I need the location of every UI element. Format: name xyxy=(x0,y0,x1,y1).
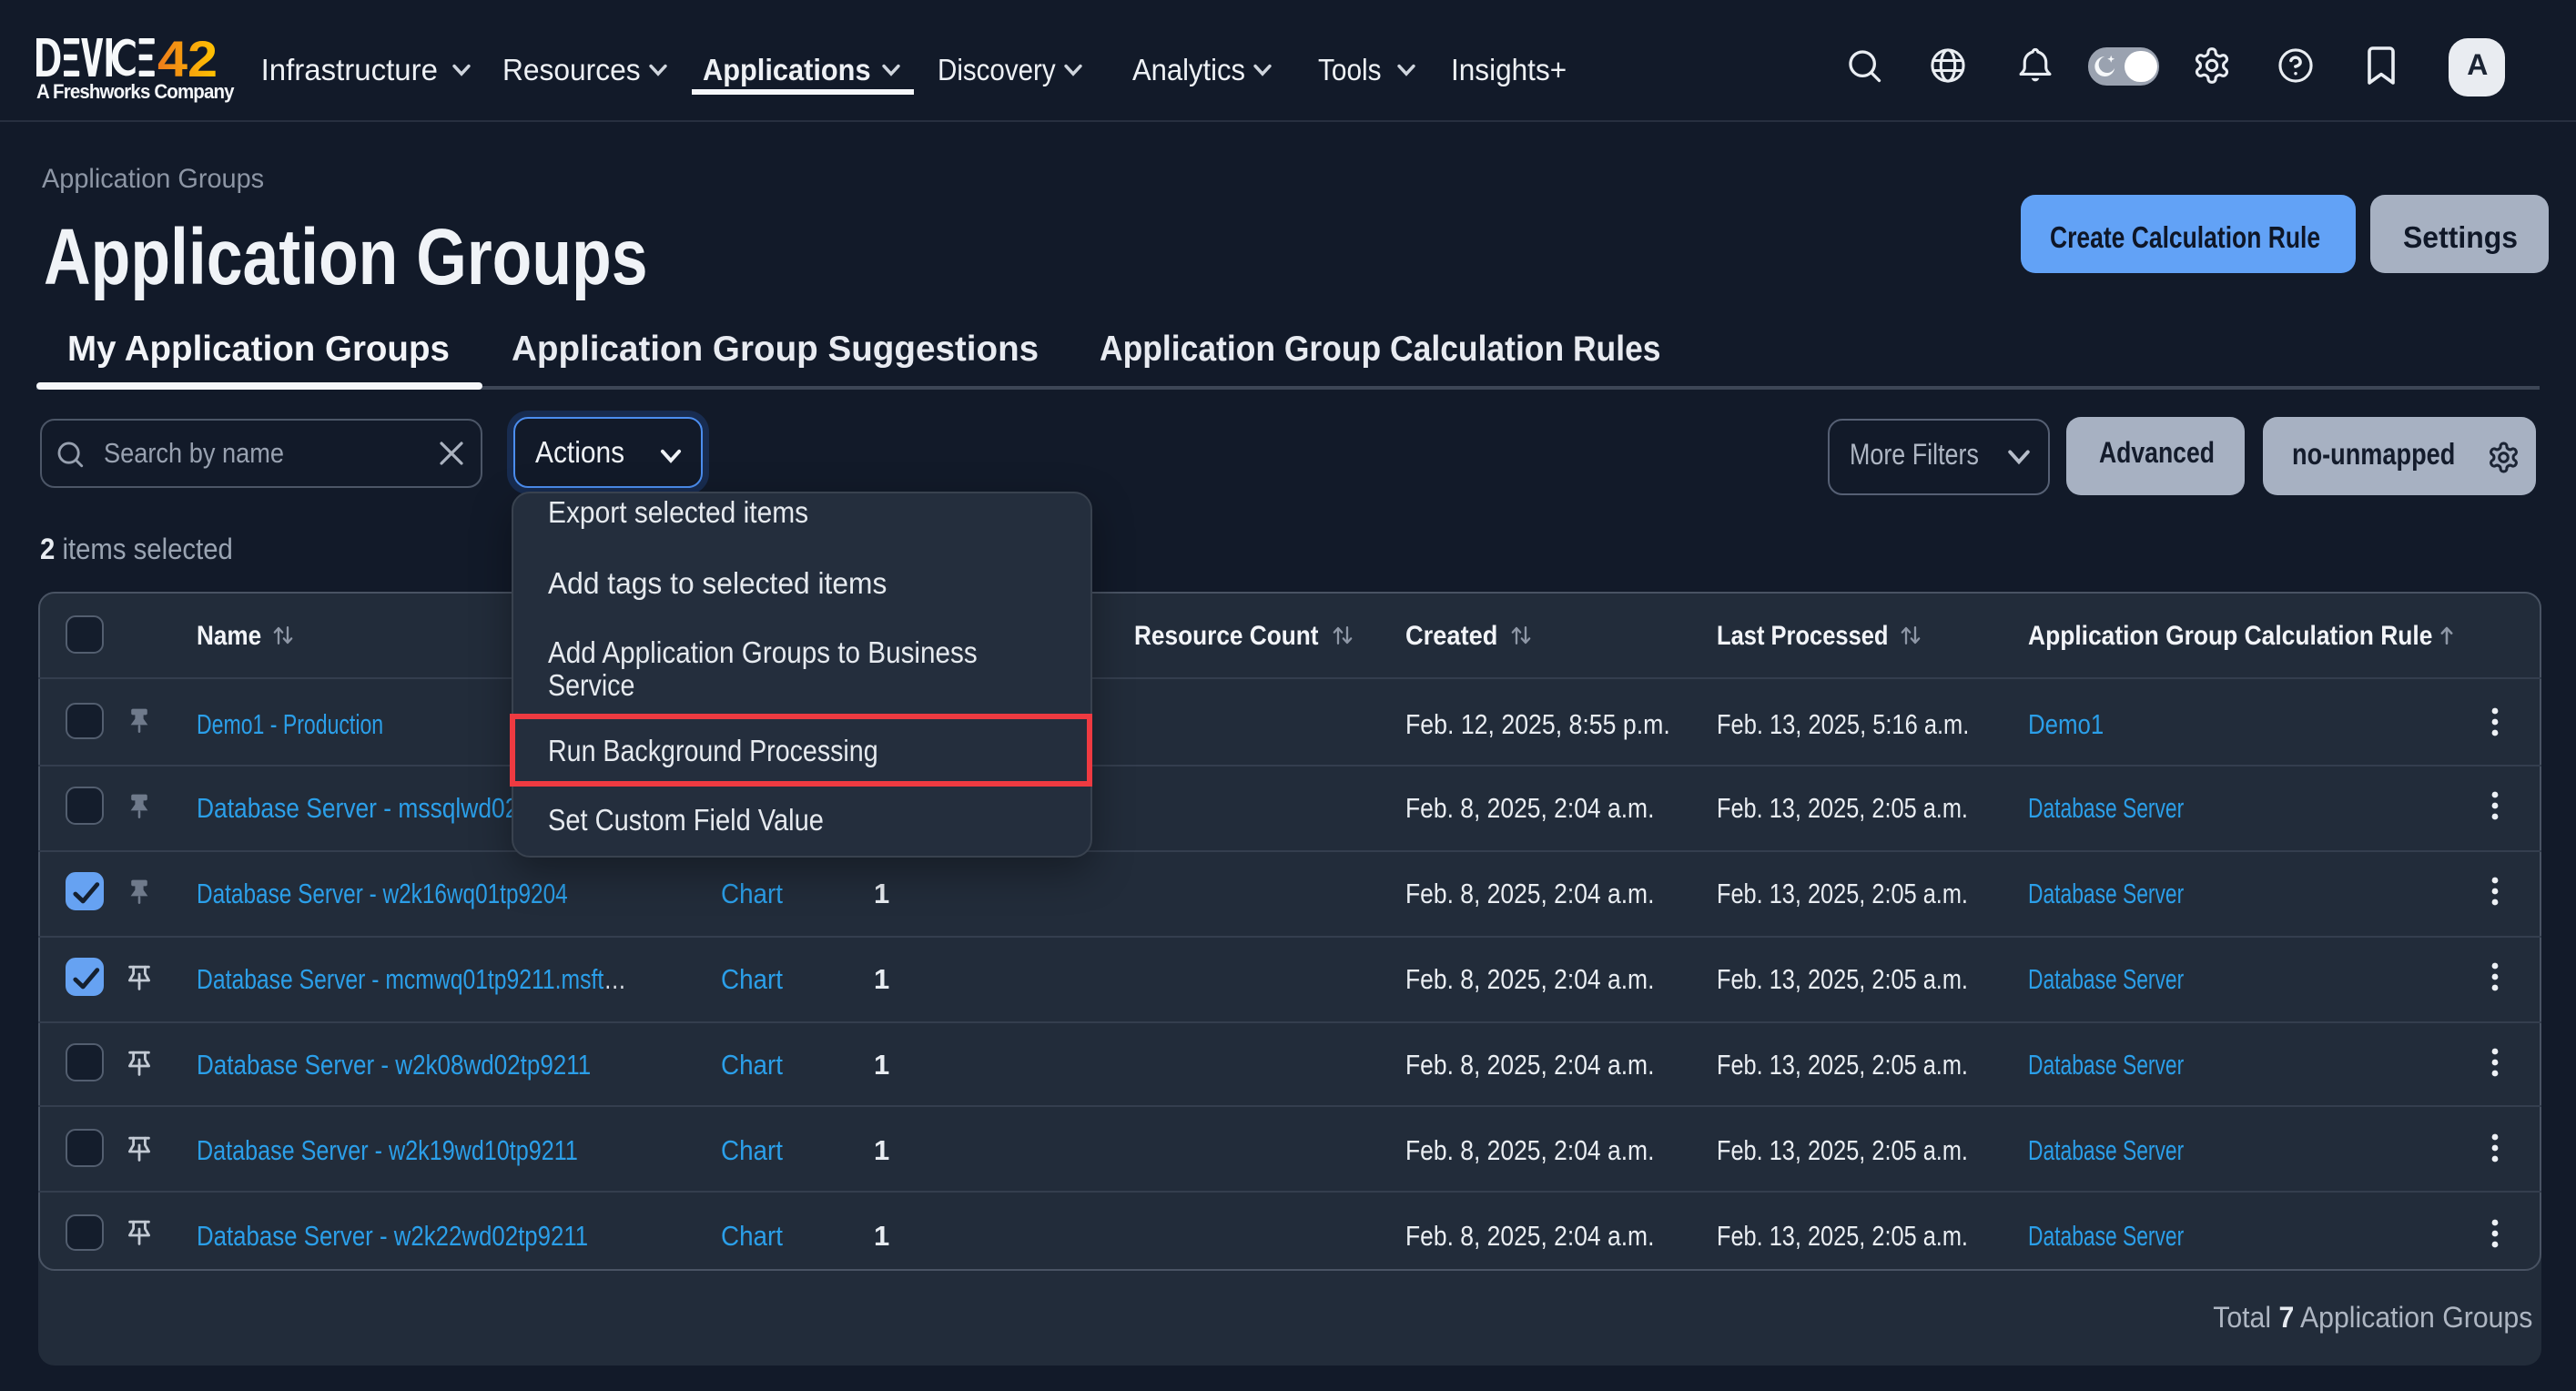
svg-text:42: 42 xyxy=(158,38,218,76)
